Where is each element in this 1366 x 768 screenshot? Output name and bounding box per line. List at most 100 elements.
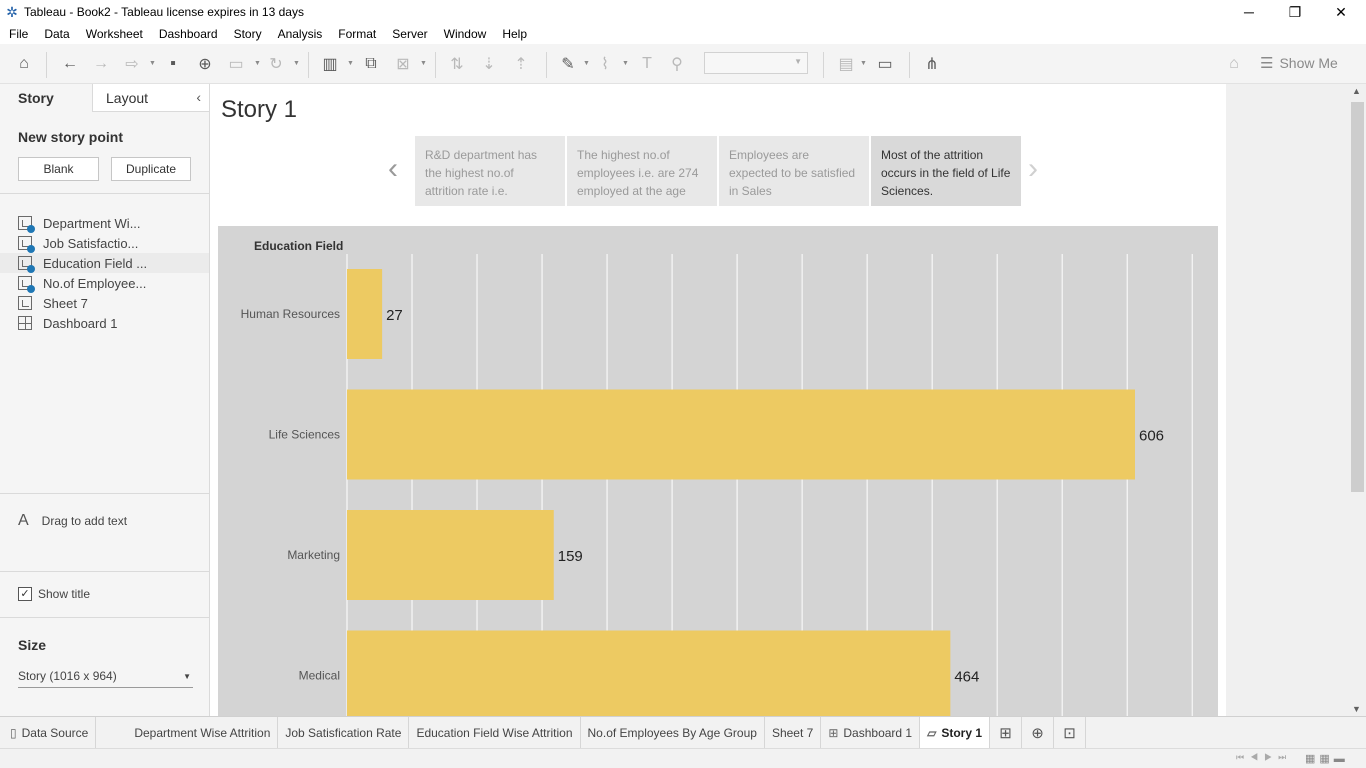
- save-icon[interactable]: ▪: [161, 52, 185, 76]
- chevron-down-icon[interactable]: ▼: [149, 60, 156, 67]
- menu-file[interactable]: File: [0, 27, 36, 41]
- previous-story-point-icon[interactable]: ‹: [388, 152, 398, 186]
- new-dashboard-icon[interactable]: ⊕: [1022, 717, 1055, 749]
- share-icon[interactable]: ⋔: [920, 52, 944, 76]
- format-painter-icon[interactable]: ⌂: [1222, 52, 1246, 76]
- size-dropdown[interactable]: Story (1016 x 964) ▼: [18, 666, 193, 688]
- worksheet-icon: [18, 216, 35, 233]
- tab-job-satisfication-rate[interactable]: Job Satisfication Rate: [278, 717, 410, 749]
- menu-server[interactable]: Server: [384, 27, 435, 41]
- pane-tabs: Story Layout ‹: [0, 84, 209, 112]
- bar: [347, 389, 1135, 480]
- sort-ascending-icon[interactable]: ⇣: [477, 52, 501, 76]
- size-heading: Size: [18, 637, 47, 653]
- chevron-down-icon[interactable]: ▼: [420, 60, 427, 67]
- replay-icon[interactable]: ⇨: [120, 52, 144, 76]
- menu-format[interactable]: Format: [330, 27, 384, 41]
- show-cards-icon[interactable]: ▤: [834, 52, 858, 76]
- home-icon[interactable]: ⌂: [12, 52, 36, 76]
- sheet-item-dashboard-1[interactable]: Dashboard 1: [0, 313, 209, 333]
- fix-axes-icon[interactable]: ⚲: [665, 52, 689, 76]
- tab-story-1[interactable]: ▱ Story 1: [920, 717, 991, 749]
- tab-education-field-wise-attrition[interactable]: Education Field Wise Attrition: [409, 717, 581, 749]
- refresh-icon[interactable]: ↻: [264, 52, 288, 76]
- category-label: Marketing: [287, 548, 340, 562]
- chevron-down-icon[interactable]: ▼: [622, 60, 629, 67]
- chevron-down-icon[interactable]: ▼: [583, 60, 590, 67]
- highlight-icon[interactable]: ✎: [556, 52, 580, 76]
- chevron-down-icon[interactable]: ▼: [347, 60, 354, 67]
- menu-data[interactable]: Data: [36, 27, 77, 41]
- duplicate-sheet-icon[interactable]: ⧉: [359, 52, 383, 76]
- sort-descending-icon[interactable]: ⇡: [509, 52, 533, 76]
- tableau-window: ✲ Tableau - Book2 - Tableau license expi…: [0, 0, 1366, 768]
- show-me-button[interactable]: ☰ Show Me: [1260, 52, 1338, 74]
- worksheet-icon: [18, 296, 32, 310]
- sheet-item-job-satisfaction[interactable]: Job Satisfactio...: [0, 233, 209, 253]
- group-members-icon[interactable]: ⌇: [593, 52, 617, 76]
- scroll-up-icon[interactable]: ▲: [1352, 86, 1361, 96]
- new-data-source-icon[interactable]: ⊕: [193, 52, 217, 76]
- menu-window[interactable]: Window: [436, 27, 495, 41]
- tab-no-of-employees-by-age-group[interactable]: No.of Employees By Age Group: [581, 717, 765, 749]
- story-point-4[interactable]: Most of the attrition occurs in the fiel…: [871, 136, 1021, 206]
- new-story-icon[interactable]: ⊡: [1054, 717, 1087, 749]
- minimize-button[interactable]: ─: [1226, 0, 1272, 24]
- menu-analysis[interactable]: Analysis: [270, 27, 331, 41]
- sheet-view-icons[interactable]: ▦▦▬: [1305, 752, 1349, 765]
- menu-help[interactable]: Help: [494, 27, 535, 41]
- scrollbar-thumb[interactable]: [1351, 102, 1364, 492]
- sheet-item-no-of-employees[interactable]: No.of Employee...: [0, 273, 209, 293]
- tab-story[interactable]: Story: [0, 84, 92, 112]
- toolbar-separator: [46, 52, 47, 78]
- show-mark-labels-icon[interactable]: T: [635, 52, 659, 76]
- toolbar-separator: [435, 52, 436, 78]
- tab-department-wise-attrition[interactable]: Department Wise Attrition: [96, 717, 279, 749]
- sheet-item-department-wise[interactable]: Department Wi...: [0, 213, 209, 233]
- chevron-down-icon[interactable]: ▼: [254, 60, 261, 67]
- chevron-down-icon[interactable]: ▼: [860, 60, 867, 67]
- duplicate-button[interactable]: Duplicate: [111, 157, 191, 181]
- new-worksheet-icon[interactable]: ▥: [318, 52, 342, 76]
- scroll-down-icon[interactable]: ▼: [1352, 704, 1361, 714]
- redo-icon[interactable]: →: [89, 52, 113, 76]
- divider: [0, 493, 209, 494]
- clear-sheet-icon[interactable]: ⊠: [391, 52, 415, 76]
- presentation-mode-icon[interactable]: ▭: [873, 52, 897, 76]
- tab-label: Dashboard 1: [843, 726, 913, 740]
- drag-to-add-text[interactable]: A Drag to add text: [18, 512, 127, 530]
- fit-dropdown[interactable]: ▼: [704, 52, 808, 74]
- divider: [0, 571, 209, 572]
- sheet-item-label: Education Field ...: [43, 255, 148, 271]
- close-button[interactable]: ✕: [1318, 0, 1364, 24]
- menu-story[interactable]: Story: [226, 27, 270, 41]
- tab-sheet-7[interactable]: Sheet 7: [765, 717, 822, 749]
- show-title-checkbox[interactable]: ✓ Show title: [18, 587, 90, 601]
- collapse-pane-icon[interactable]: ‹: [196, 89, 201, 105]
- maximize-button[interactable]: ❐: [1272, 0, 1318, 24]
- tab-dashboard-1[interactable]: ⊞ Dashboard 1: [821, 717, 921, 749]
- pause-updates-icon[interactable]: ▭: [224, 52, 248, 76]
- tab-layout[interactable]: Layout ‹: [92, 84, 209, 112]
- sheet-tabs-bar: ▯ Data Source Department Wise Attrition …: [0, 716, 1366, 749]
- story-page: Story 1 ‹ R&D department has the highest…: [210, 84, 1226, 716]
- tab-data-source[interactable]: ▯ Data Source: [0, 717, 97, 749]
- new-worksheet-icon[interactable]: ⊞: [990, 717, 1023, 749]
- story-point-1[interactable]: R&D department has the highest no.of att…: [415, 136, 565, 206]
- next-story-point-icon[interactable]: ›: [1028, 152, 1038, 186]
- sheet-navigation-icons[interactable]: ⏮◀▶⏭: [1236, 752, 1292, 763]
- sheet-item-sheet-7[interactable]: Sheet 7: [0, 293, 209, 313]
- blank-button[interactable]: Blank: [18, 157, 99, 181]
- swap-rows-columns-icon[interactable]: ⇅: [445, 52, 469, 76]
- menu-dashboard[interactable]: Dashboard: [151, 27, 226, 41]
- story-title[interactable]: Story 1: [221, 96, 297, 124]
- story-point-2[interactable]: The highest no.of employees i.e. are 274…: [567, 136, 717, 206]
- toolbar-separator: [546, 52, 547, 78]
- story-point-3[interactable]: Employees are expected to be satisfied i…: [719, 136, 869, 206]
- vertical-scrollbar[interactable]: ▲ ▼: [1349, 84, 1366, 716]
- undo-icon[interactable]: ←: [58, 52, 82, 76]
- data-label: 464: [954, 669, 979, 686]
- sheet-item-education-field[interactable]: Education Field ...: [0, 253, 209, 273]
- chevron-down-icon[interactable]: ▼: [293, 60, 300, 67]
- menu-worksheet[interactable]: Worksheet: [78, 27, 151, 41]
